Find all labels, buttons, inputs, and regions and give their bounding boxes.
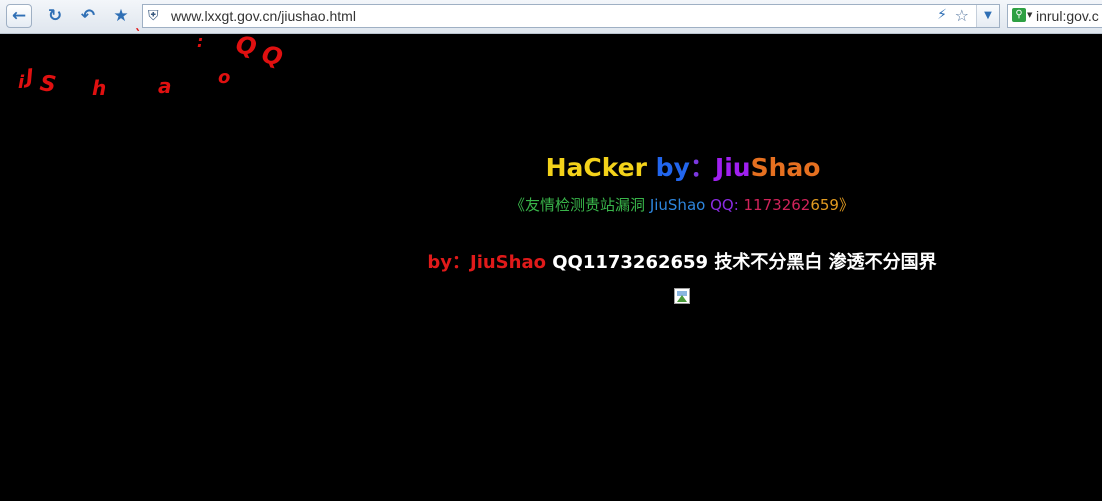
floating-letter: o [218, 67, 231, 88]
search-text[interactable]: inrul:gov.c [1036, 8, 1099, 24]
motto-line: by：JiuShao QQ1173262659 技术不分黑白 渗透不分国界 [0, 248, 1102, 274]
title-shao: Shao [750, 153, 821, 182]
page-subtitle: 《友情检测贵站漏洞 JiuShao QQ: 1173262659》 [0, 194, 1102, 215]
subtitle-part: JiuShao [649, 196, 706, 214]
subtitle-part: 《友情检测贵站漏洞 [510, 196, 650, 214]
title-hacker: HaCker [545, 153, 647, 182]
browser-toolbar: ← ↻ ↶ ★ ⛨ www.lxxgt.gov.cn/jiushao.html … [0, 0, 1102, 34]
search-engine-icon[interactable]: ⚲ [1012, 8, 1026, 22]
floating-letter: Q [258, 39, 286, 73]
favorites-button[interactable]: ★ [109, 4, 133, 28]
dropdown-icon[interactable]: ▼ [976, 5, 999, 27]
subtitle-part: QQ: [705, 196, 744, 214]
shield-icon: ⛨ [148, 8, 159, 24]
subtitle-part: 1173262 [743, 196, 811, 214]
bolt-icon[interactable]: ⚡ [937, 7, 947, 23]
motto-rest: QQ1173262659 技术不分黑白 渗透不分国界 [545, 252, 937, 273]
back-icon: ← [11, 6, 27, 26]
floating-letter: ` [134, 28, 141, 44]
broken-image-icon [674, 288, 690, 304]
search-box[interactable]: ⚲ ▼ inrul:gov.c [1007, 4, 1102, 28]
page-title: HaCker by：JiuShao [0, 148, 1102, 184]
title-jiu: Jiu [714, 153, 751, 182]
favorites-star-icon: ★ [113, 6, 129, 26]
star-icon[interactable]: ☆ [955, 6, 969, 25]
undo-icon: ↶ [80, 6, 96, 26]
refresh-icon: ↻ [47, 6, 63, 26]
title-colon: ： [689, 153, 715, 182]
back-button[interactable]: ← [6, 4, 32, 28]
floating-letter: Q [233, 30, 259, 62]
floating-letter: : [197, 32, 204, 51]
motto-prefix: by：JiuShao [427, 252, 546, 273]
subtitle-part: 659》 [810, 196, 854, 214]
floating-letter: J [24, 63, 35, 89]
floating-letter: i [18, 72, 25, 93]
refresh-button[interactable]: ↻ [43, 4, 67, 28]
title-by: by [646, 153, 690, 182]
engine-caret-icon[interactable]: ▼ [1027, 11, 1032, 19]
undo-button[interactable]: ↶ [76, 4, 100, 28]
floating-letter: h [92, 76, 107, 100]
address-bar[interactable]: ⛨ www.lxxgt.gov.cn/jiushao.html ⚡ ☆ ▼ [142, 4, 1000, 28]
broken-image-mountain [677, 295, 687, 302]
floating-letter: a [158, 74, 172, 98]
floating-letter: S [38, 71, 58, 98]
url-text[interactable]: www.lxxgt.gov.cn/jiushao.html [171, 7, 356, 25]
